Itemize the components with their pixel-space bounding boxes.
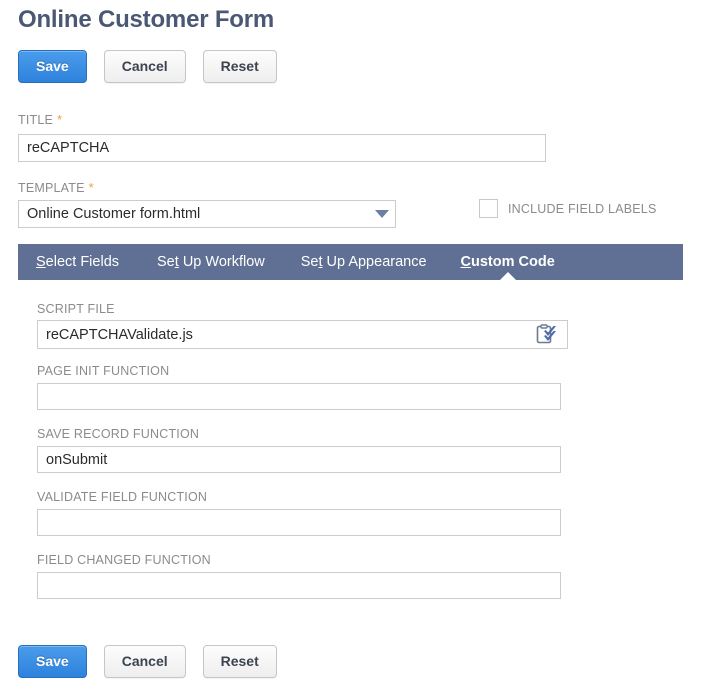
tab-set-up-appearance[interactable]: Set Up Appearance bbox=[301, 244, 427, 280]
field-changed-function-label: FIELD CHANGED FUNCTION bbox=[37, 553, 211, 567]
template-label-text: TEMPLATE bbox=[18, 181, 85, 195]
cancel-button-bottom[interactable]: Cancel bbox=[103, 645, 186, 678]
page-title: Online Customer Form bbox=[18, 6, 275, 33]
template-field-label: TEMPLATE * bbox=[18, 180, 94, 195]
validate-field-function-label: VALIDATE FIELD FUNCTION bbox=[37, 490, 208, 504]
field-changed-function-input[interactable] bbox=[37, 572, 561, 599]
save-button-bottom[interactable]: Save bbox=[18, 645, 87, 678]
validate-field-function-input[interactable] bbox=[37, 509, 561, 536]
template-select[interactable]: Online Customer form.html bbox=[18, 200, 396, 228]
active-tab-pointer-icon bbox=[498, 272, 517, 281]
reset-button-bottom[interactable]: Reset bbox=[202, 645, 277, 678]
script-file-label: SCRIPT FILE bbox=[37, 302, 115, 316]
tab-set-up-appearance-prefix: Se bbox=[300, 254, 319, 270]
checkbox-box[interactable] bbox=[479, 199, 498, 218]
tab-custom-code-label: ustom Code bbox=[471, 254, 555, 270]
save-record-function-label: SAVE RECORD FUNCTION bbox=[37, 427, 200, 441]
clipboard-chevron-down-icon[interactable] bbox=[535, 324, 557, 346]
tab-set-up-appearance-label: Up Appearance bbox=[322, 254, 427, 270]
tab-select-fields-label: elect Fields bbox=[45, 254, 120, 270]
template-required-asterisk: * bbox=[88, 180, 94, 195]
cancel-button-top[interactable]: Cancel bbox=[103, 50, 186, 83]
save-record-function-input[interactable] bbox=[37, 446, 561, 473]
tab-custom-code[interactable]: Custom Code bbox=[461, 244, 555, 281]
save-button-top[interactable]: Save bbox=[18, 50, 87, 83]
script-file-input[interactable] bbox=[37, 320, 568, 349]
title-field-label: TITLE * bbox=[18, 112, 62, 127]
top-toolbar: Save Cancel Reset bbox=[18, 50, 277, 83]
page-init-function-label: PAGE INIT FUNCTION bbox=[37, 364, 170, 378]
include-field-labels-label: INCLUDE FIELD LABELS bbox=[508, 201, 657, 216]
tab-set-up-workflow[interactable]: Set Up Workflow bbox=[157, 244, 265, 280]
tab-set-up-workflow-label: Up Workflow bbox=[178, 254, 265, 270]
page-init-function-input[interactable] bbox=[37, 383, 561, 410]
custom-code-form-page: Online Customer Form Save Cancel Reset T… bbox=[0, 0, 723, 697]
bottom-toolbar: Save Cancel Reset bbox=[18, 645, 277, 678]
title-label-text: TITLE bbox=[18, 113, 54, 127]
include-field-labels-checkbox[interactable]: INCLUDE FIELD LABELS bbox=[479, 199, 657, 218]
tab-select-fields[interactable]: Select Fields bbox=[36, 244, 119, 280]
chevron-down-icon bbox=[369, 210, 395, 218]
title-input[interactable] bbox=[18, 134, 546, 162]
reset-button-top[interactable]: Reset bbox=[202, 50, 277, 83]
template-select-value: Online Customer form.html bbox=[27, 206, 201, 222]
tab-set-up-workflow-prefix: Se bbox=[157, 254, 175, 270]
title-required-asterisk: * bbox=[57, 112, 63, 127]
form-tabbar: Select Fields Set Up Workflow Set Up App… bbox=[18, 244, 683, 281]
